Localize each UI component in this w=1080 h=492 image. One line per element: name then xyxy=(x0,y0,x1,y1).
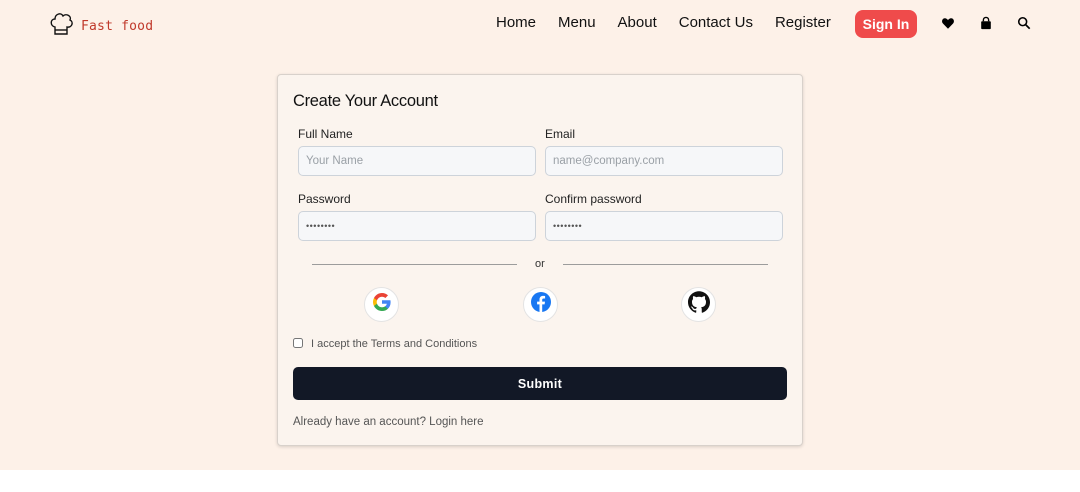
submit-button[interactable]: Submit xyxy=(293,367,787,400)
divider-or-text: or xyxy=(535,258,545,270)
page-background: Fast food Home Menu About Contact Us Reg… xyxy=(0,0,1080,470)
chef-hat-icon xyxy=(47,10,75,43)
email-input[interactable] xyxy=(545,146,783,176)
shopping-bag-icon[interactable] xyxy=(978,15,994,31)
facebook-icon xyxy=(530,291,552,318)
heart-icon[interactable] xyxy=(940,15,956,31)
github-icon xyxy=(687,291,710,318)
confirm-password-label: Confirm password xyxy=(545,192,642,206)
nav-link-contact[interactable]: Contact Us xyxy=(679,14,753,31)
login-link[interactable]: Already have an account? Login here xyxy=(293,416,484,428)
nav-link-register[interactable]: Register xyxy=(775,14,831,31)
facebook-login-button[interactable] xyxy=(523,287,558,322)
password-label: Password xyxy=(298,192,351,206)
google-icon xyxy=(371,291,393,318)
google-login-button[interactable] xyxy=(364,287,399,322)
confirm-password-input[interactable] xyxy=(545,211,783,241)
brand-logo[interactable]: Fast food xyxy=(47,10,153,43)
nav-links: Home Menu About Contact Us Register xyxy=(496,14,853,31)
form-title: Create Your Account xyxy=(293,92,438,110)
email-label: Email xyxy=(545,127,576,141)
search-icon[interactable] xyxy=(1016,15,1032,31)
nav-link-home[interactable]: Home xyxy=(496,14,536,31)
sign-in-button[interactable]: Sign In xyxy=(855,10,917,38)
nav-link-menu[interactable]: Menu xyxy=(558,14,596,31)
password-input[interactable] xyxy=(298,211,536,241)
nav-link-about[interactable]: About xyxy=(618,14,657,31)
terms-checkbox[interactable] xyxy=(293,338,303,348)
full-name-input[interactable] xyxy=(298,146,536,176)
brand-name: Fast food xyxy=(81,19,154,34)
signup-card: Create Your Account Full Name Email Pass… xyxy=(277,74,803,446)
terms-label: I accept the Terms and Conditions xyxy=(311,338,478,350)
github-login-button[interactable] xyxy=(681,287,716,322)
full-name-label: Full Name xyxy=(298,127,353,141)
navbar: Fast food Home Menu About Contact Us Reg… xyxy=(0,0,1080,48)
divider-line-left xyxy=(312,264,517,265)
divider-line-right xyxy=(563,264,768,265)
